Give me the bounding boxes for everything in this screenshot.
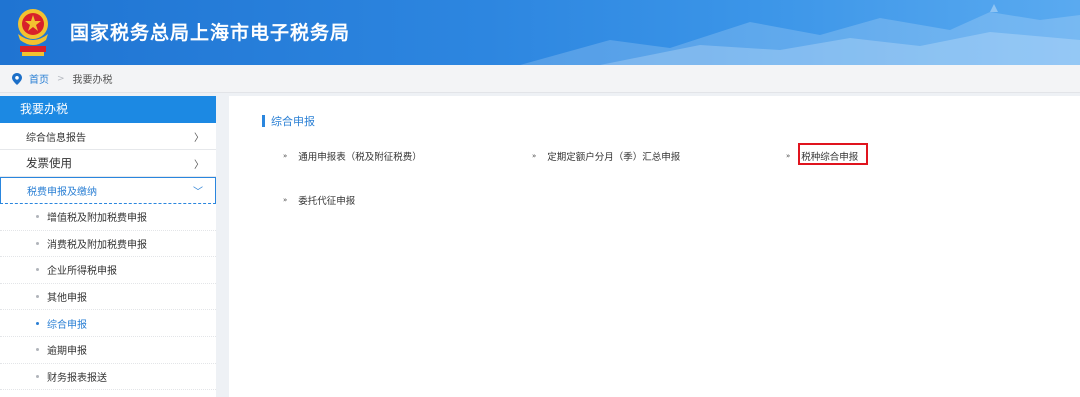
sidebar-item-label: 税费申报及缴纳 <box>27 187 97 198</box>
site-header: 国家税务总局上海市电子税务局 <box>0 0 1080 65</box>
breadcrumb-home-link[interactable]: 首页 <box>29 71 49 86</box>
bullet-dot-icon <box>36 268 39 272</box>
sidebar: 我要办税 综合信息报告 〉 发票使用 〉 税费申报及缴纳 ﹀ 增值税及附加税费申… <box>0 96 216 397</box>
entry-label: 通用申报表（税及附征税费） <box>298 152 422 163</box>
bullet-dot-icon <box>36 241 39 245</box>
sidebar-subitem-label: 逾期申报 <box>47 346 87 358</box>
sidebar-subitem-label: 综合申报 <box>47 319 87 331</box>
sidebar-heading: 我要办税 <box>0 96 216 123</box>
bullet-dot-icon <box>36 295 39 299</box>
entry-fixed-quota-filing[interactable]: » 定期定额户分月（季）汇总申报 <box>532 149 680 163</box>
sidebar-subitem-label: 企业所得税申报 <box>47 266 117 278</box>
sidebar-subitem-overdue[interactable]: 逾期申报 <box>0 337 216 364</box>
breadcrumb-separator: > <box>57 73 65 84</box>
sidebar-item-info-report[interactable]: 综合信息报告 〉 <box>0 123 216 150</box>
sidebar-item-invoice-use[interactable]: 发票使用 〉 <box>0 150 216 177</box>
site-title: 国家税务总局上海市电子税务局 <box>70 22 351 44</box>
sidebar-subitem-label: 增值税及附加税费申报 <box>47 213 147 225</box>
main-panel: 综合申报 » 通用申报表（税及附征税费） » 定期定额户分月（季）汇总申报 » … <box>229 96 1080 397</box>
section-title-bar <box>262 115 265 127</box>
sidebar-item-tax-filing[interactable]: 税费申报及缴纳 ﹀ <box>0 177 216 204</box>
bullet-dot-icon <box>36 374 39 378</box>
header-mountain-illustration <box>520 4 1080 65</box>
tax-emblem-icon <box>18 9 48 56</box>
location-pin-icon <box>12 72 22 85</box>
bullet-dot-icon <box>36 215 39 219</box>
chevron-right-icon: 〉 <box>194 159 204 171</box>
sidebar-subitem-other[interactable]: 其他申报 <box>0 284 216 311</box>
highlight-box <box>798 143 868 165</box>
double-chevron-icon: » <box>283 196 288 204</box>
sidebar-item-label: 综合信息报告 <box>26 132 86 144</box>
entry-label: 定期定额户分月（季）汇总申报 <box>547 152 681 163</box>
breadcrumb-current: 我要办税 <box>72 75 113 86</box>
sidebar-subitem-consumption-tax[interactable]: 消费税及附加税费申报 <box>0 231 216 258</box>
entry-label: 委托代征申报 <box>298 196 356 207</box>
sidebar-subitem-vat[interactable]: 增值税及附加税费申报 <box>0 204 216 231</box>
double-chevron-icon: » <box>283 152 288 160</box>
sidebar-subitem-comprehensive[interactable]: 综合申报 <box>0 310 216 337</box>
chevron-right-icon: 〉 <box>194 132 204 144</box>
entry-entrusted-collection-filing[interactable]: » 委托代征申报 <box>283 193 355 207</box>
bullet-dot-icon <box>36 321 39 325</box>
sidebar-subitem-label: 消费税及附加税费申报 <box>47 239 147 251</box>
sidebar-subitem-corporate-income-tax[interactable]: 企业所得税申报 <box>0 257 216 284</box>
double-chevron-icon: » <box>786 152 791 160</box>
section-title-label: 综合申报 <box>271 115 315 128</box>
double-chevron-icon: » <box>532 152 537 160</box>
sidebar-subitem-financial-statements[interactable]: 财务报表报送 <box>0 364 216 391</box>
sidebar-subitem-label: 其他申报 <box>47 293 87 305</box>
sidebar-subitem-label: 财务报表报送 <box>47 372 107 384</box>
section-title: 综合申报 <box>262 113 315 129</box>
entry-general-filing[interactable]: » 通用申报表（税及附征税费） <box>283 149 422 163</box>
bullet-dot-icon <box>36 348 39 352</box>
sidebar-item-label: 发票使用 <box>26 156 72 170</box>
breadcrumb: 首页 > 我要办税 <box>0 65 1080 93</box>
chevron-down-icon: ﹀ <box>193 187 203 198</box>
